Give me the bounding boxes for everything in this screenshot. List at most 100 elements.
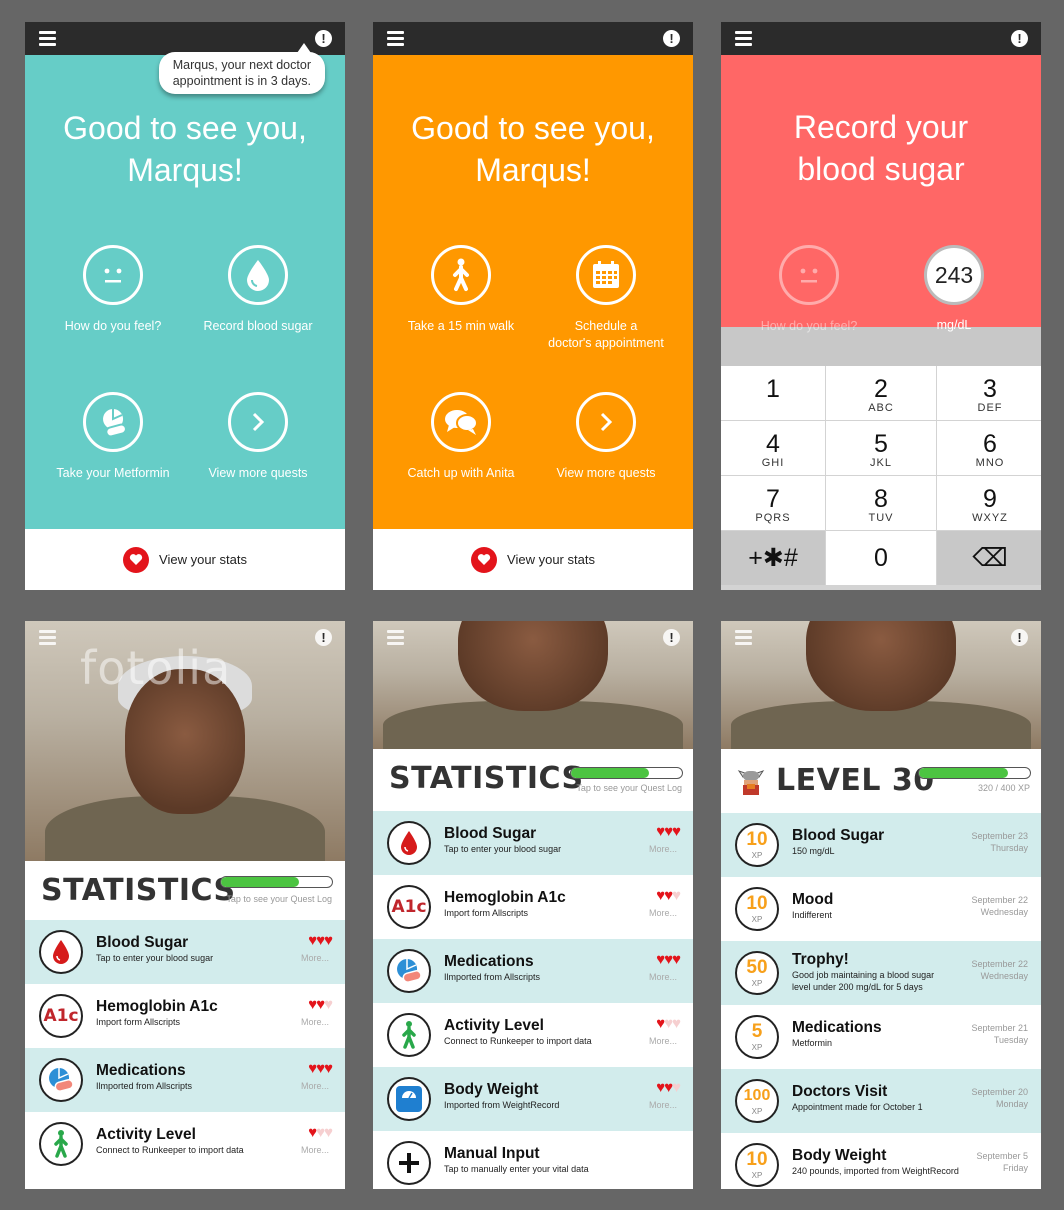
key-letters: DEF <box>977 402 1003 414</box>
weekday-line: Monday <box>995 1099 1028 1109</box>
xp-badge: 100 XP <box>735 1079 779 1123</box>
stat-title: Medications <box>444 953 534 970</box>
weekday-line: Tuesday <box>993 1035 1028 1045</box>
more-link[interactable]: More... <box>649 908 677 918</box>
hamburger-menu-icon[interactable] <box>39 630 56 645</box>
pills-icon <box>39 1058 83 1102</box>
more-link[interactable]: More... <box>301 1017 329 1027</box>
quest-log-row[interactable]: 10 XP Body Weight 240 pounds, imported from… <box>721 1133 1041 1189</box>
view-stats-button[interactable]: View your stats <box>373 529 693 590</box>
more-link[interactable]: More... <box>301 953 329 963</box>
key-9[interactable]: 9 WXYZ <box>937 476 1041 530</box>
notification-line-1: Marqus, your next doctor <box>172 58 311 72</box>
screen-statistics: ! STATISTICS Tap to see your Quest Log B… <box>373 621 693 1189</box>
stat-row-manual-input[interactable]: Manual Input Tap to manually enter your v… <box>373 1131 693 1189</box>
weekday-line: Wednesday <box>980 907 1028 917</box>
quest-log-date: September 5 Friday <box>976 1150 1028 1174</box>
plus-icon <box>387 1141 431 1185</box>
alert-icon[interactable]: ! <box>1011 629 1028 646</box>
statistics-title: STATISTICS <box>41 873 236 908</box>
quest-progress-bar[interactable] <box>220 876 333 888</box>
key-2[interactable]: 2 ABC <box>826 366 936 420</box>
stat-subtitle: Connect to Runkeeper to import data <box>444 1036 592 1046</box>
statistics-title: STATISTICS <box>389 761 584 796</box>
quest-log-row[interactable]: 10 XP Mood Indifferent September 22 Wednesday <box>721 877 1041 941</box>
stat-title: Blood Sugar <box>96 934 189 951</box>
key-0[interactable]: 0 <box>826 531 936 585</box>
quest-catch-up[interactable]: Catch up with Anita <box>391 392 531 482</box>
appointment-notification[interactable]: Marqus, your next doctor appointment is … <box>158 43 325 94</box>
quest-log-row[interactable]: 5 XP Medications Metformin September 21 Tuesd… <box>721 1005 1041 1069</box>
screen-home-orange: ! Good to see you, Marqus! Take a 15 min… <box>373 22 693 590</box>
key-7[interactable]: 7 PQRS <box>721 476 825 530</box>
quest-log-row[interactable]: 10 XP Blood Sugar 150 mg/dL September 23 Thur… <box>721 813 1041 877</box>
stat-row-body-weight[interactable]: Body Weight Imported from WeightRecord ♥♥♥… <box>373 1067 693 1131</box>
quest-view-more[interactable]: View more quests <box>536 392 676 482</box>
stat-row-hemoglobin-a1c[interactable]: A1c Hemoglobin A1c Import form Allscripts ♥… <box>373 875 693 939</box>
symbols-key[interactable]: +✱# <box>721 531 825 585</box>
heart-icon: ♥ <box>324 996 333 1013</box>
statistics-header[interactable]: STATISTICS Tap to see your Quest Log <box>25 861 345 920</box>
view-stats-button[interactable]: View your stats <box>25 529 345 590</box>
statistics-header[interactable]: STATISTICS Tap to see your Quest Log <box>373 749 693 811</box>
view-stats-label: View your stats <box>507 552 595 567</box>
feel-option[interactable]: How do you feel? <box>739 245 879 335</box>
quest-log-title: Body Weight <box>792 1147 887 1164</box>
hamburger-menu-icon[interactable] <box>387 31 404 46</box>
xp-unit: XP <box>751 1107 763 1116</box>
stat-row-blood-sugar[interactable]: Blood Sugar Tap to enter your blood sugar… <box>373 811 693 875</box>
scale-icon <box>387 1077 431 1121</box>
key-digit: ⌫ <box>972 544 1008 572</box>
quest-log-row[interactable]: 50 XP Trophy! Good job maintaining a blood … <box>721 941 1041 1005</box>
neutral-face-icon <box>779 245 839 305</box>
hamburger-menu-icon[interactable] <box>735 31 752 46</box>
rating-hearts: ♥♥♥ <box>308 1124 333 1141</box>
key-1[interactable]: 1 <box>721 366 825 420</box>
quest-take-metformin[interactable]: Take your Metformin <box>43 392 183 482</box>
record-title-line-1: Record your <box>793 109 969 145</box>
quest-view-more[interactable]: View more quests <box>188 392 328 482</box>
stat-title: Hemoglobin A1c <box>96 998 218 1015</box>
key-3[interactable]: 3 DEF <box>937 366 1041 420</box>
quest-log-row[interactable]: 100 XP Doctors Visit Appointment made for O… <box>721 1069 1041 1133</box>
blood-drop-icon <box>387 821 431 865</box>
quest-record-blood-sugar[interactable]: Record blood sugar <box>188 245 328 335</box>
walking-person-icon <box>431 245 491 305</box>
more-link[interactable]: More... <box>649 972 677 982</box>
blood-sugar-readout[interactable]: 243 <box>924 245 984 305</box>
greeting-line-1: Good to see you, <box>411 110 655 146</box>
hamburger-menu-icon[interactable] <box>387 630 404 645</box>
key-5[interactable]: 5 JKL <box>826 421 936 475</box>
stat-row-blood-sugar[interactable]: Blood Sugar Tap to enter your blood sugar… <box>25 920 345 984</box>
key-6[interactable]: 6 MNO <box>937 421 1041 475</box>
backspace-key[interactable]: ⌫ <box>937 531 1041 585</box>
stat-row-medications[interactable]: Medications Ilmported from Allscripts ♥♥♥ M… <box>373 939 693 1003</box>
alert-icon[interactable]: ! <box>1011 30 1028 47</box>
hamburger-menu-icon[interactable] <box>39 31 56 46</box>
more-link[interactable]: More... <box>649 844 677 854</box>
stat-row-activity-level[interactable]: Activity Level Connect to Runkeeper to im… <box>373 1003 693 1067</box>
heart-icon: ♥ <box>672 1015 681 1032</box>
alert-icon[interactable]: ! <box>663 30 680 47</box>
quest-schedule-appointment[interactable]: Schedule a doctor's appointment <box>536 245 676 352</box>
neutral-face-icon <box>83 245 143 305</box>
hamburger-menu-icon[interactable] <box>735 630 752 645</box>
more-link[interactable]: More... <box>649 1100 677 1110</box>
key-digit: 2 <box>874 375 888 403</box>
alert-icon[interactable]: ! <box>663 629 680 646</box>
stat-title: Blood Sugar <box>444 825 537 842</box>
more-link[interactable]: More... <box>301 1145 329 1155</box>
quest-progress-bar[interactable] <box>570 767 683 779</box>
more-link[interactable]: More... <box>301 1081 329 1091</box>
stat-row-activity-level[interactable]: Activity Level Connect to Runkeeper to im… <box>25 1112 345 1176</box>
alert-icon[interactable]: ! <box>315 30 332 47</box>
stat-row-hemoglobin-a1c[interactable]: A1c Hemoglobin A1c Import form Allscripts ♥… <box>25 984 345 1048</box>
key-letters: WXYZ <box>972 512 1008 524</box>
key-4[interactable]: 4 GHI <box>721 421 825 475</box>
quest-how-do-you-feel[interactable]: How do you feel? <box>43 245 183 335</box>
more-link[interactable]: More... <box>649 1036 677 1046</box>
key-8[interactable]: 8 TUV <box>826 476 936 530</box>
quest-take-walk[interactable]: Take a 15 min walk <box>391 245 531 335</box>
stat-row-medications[interactable]: Medications Ilmported from Allscripts ♥♥♥ M… <box>25 1048 345 1112</box>
alert-icon[interactable]: ! <box>315 629 332 646</box>
